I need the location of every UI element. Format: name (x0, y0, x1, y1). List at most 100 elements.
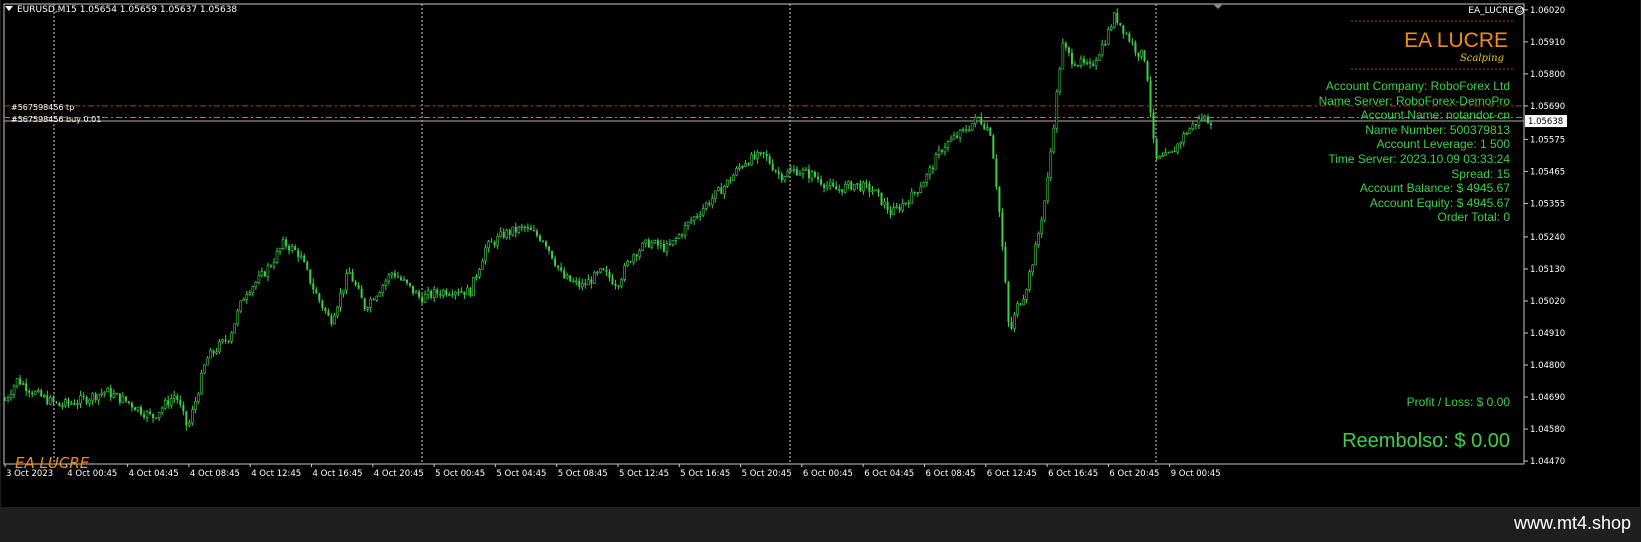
candle-body-up (423, 294, 427, 303)
candle-body-down (490, 241, 493, 243)
dropdown-triangle-icon[interactable] (5, 6, 13, 11)
candle-body-up (1040, 219, 1044, 234)
candle-body-up (526, 227, 530, 230)
x-tick-label: 6 Oct 20:45 (1109, 469, 1159, 479)
candle-body-down (1131, 41, 1134, 43)
candle-body-down (542, 240, 545, 242)
candle-body-up (197, 393, 200, 402)
candle-body-down (554, 258, 557, 266)
candle-body-down (898, 206, 901, 211)
x-tick-label: 9 Oct 00:45 (1171, 469, 1221, 479)
candle-body-down (1137, 52, 1140, 57)
x-tick-label: 6 Oct 00:45 (803, 469, 853, 479)
x-tick-label: 4 Oct 04:45 (129, 469, 179, 479)
smile-icon[interactable]: ☺ (1515, 6, 1524, 15)
candle-body-up (650, 242, 654, 248)
order-tp-label[interactable]: #567598456 tp (11, 103, 74, 112)
candle-body-down (405, 279, 408, 284)
candle-body-down (814, 171, 817, 177)
candle-body-down (1125, 33, 1128, 35)
candle-body-down (602, 268, 605, 271)
ea-name-label: EA_LUCRE (1468, 6, 1514, 16)
candle-body-down (55, 401, 58, 403)
x-tick-label: 5 Oct 16:45 (680, 469, 730, 479)
candle-body-up (230, 332, 233, 342)
candle-body-up (278, 248, 282, 252)
site-url[interactable]: www.mt4.shop (1514, 513, 1631, 534)
candle-body-down (1209, 123, 1212, 126)
candle-body-down (363, 298, 366, 310)
candle-body-down (327, 310, 330, 316)
candle-body-down (1089, 62, 1092, 64)
y-tick-label: 1.04800 (1530, 361, 1565, 371)
candle-body-up (115, 393, 119, 395)
candle-body-down (635, 254, 638, 257)
y-tick-label: 1.05465 (1530, 167, 1565, 177)
candle-body-up (191, 409, 194, 424)
candle-body-up (1049, 151, 1053, 178)
candle-body-down (545, 241, 548, 247)
candle-body-up (136, 406, 140, 411)
candle-body-down (127, 401, 130, 403)
candle-body-down (807, 169, 810, 179)
candle-body-down (529, 227, 532, 231)
candle-body-down (227, 340, 230, 342)
candle-body-down (535, 230, 538, 236)
candle-body-down (393, 273, 396, 277)
candle-body-down (1167, 152, 1170, 154)
candle-body-up (384, 280, 388, 286)
candle-body-down (73, 403, 76, 405)
candle-body-down (312, 283, 315, 290)
candle-body-up (789, 169, 793, 172)
candle-body-up (61, 405, 64, 408)
candle-body-up (1176, 143, 1180, 153)
candle-body-down (1092, 63, 1095, 66)
candle-body-down (321, 300, 324, 308)
current-price-label: 1.05638 (1528, 117, 1563, 127)
candle-body-up (339, 292, 342, 308)
candle-body-up (254, 282, 258, 287)
candle-body-down (52, 397, 55, 402)
info-line: Account Leverage: 1 500 (1376, 137, 1510, 152)
candle-body-down (1007, 282, 1010, 322)
candle-body-down (31, 392, 34, 395)
candle-body-down (1067, 47, 1070, 53)
candle-body-down (396, 276, 399, 278)
candle-body-down (729, 179, 732, 181)
candle-body-up (481, 260, 484, 270)
candle-body-up (221, 339, 224, 343)
candle-body-down (430, 290, 433, 298)
candle-body-down (1010, 321, 1013, 329)
candle-body-down (980, 116, 983, 125)
candle-body-down (913, 192, 916, 194)
candle-body-up (801, 169, 805, 175)
candle-body-down (294, 246, 297, 250)
candle-body-up (895, 206, 898, 209)
candle-body-down (668, 243, 671, 245)
candle-body-down (133, 407, 136, 411)
order-buy-label[interactable]: #567598456 buy 0.01 (11, 115, 101, 124)
account-info-panel: Account Company: RoboForex Ltd Name Serv… (1319, 79, 1510, 225)
candle-body-down (306, 262, 309, 270)
candle-body-up (671, 239, 675, 246)
candle-body-up (580, 283, 584, 288)
candle-body-up (922, 182, 926, 188)
candle-body-up (587, 279, 590, 286)
x-tick-label: 5 Oct 20:45 (742, 469, 792, 479)
y-tick-label: 1.05355 (1530, 199, 1565, 209)
candle-body-up (904, 202, 908, 205)
x-tick-label: 5 Oct 00:45 (435, 469, 485, 479)
candle-body-down (931, 167, 934, 170)
candle-body-down (143, 414, 146, 418)
candle-body-up (378, 292, 382, 297)
x-tick-label: 4 Oct 20:45 (374, 469, 424, 479)
candle-body-up (100, 392, 104, 395)
chart-window[interactable]: 1.06020 1.05910 1.05800 1.05690 1.05575 1.054… (1, 0, 1640, 507)
candle-body-up (203, 364, 206, 374)
candle-body-up (1179, 142, 1183, 145)
x-tick-label: 4 Oct 16:45 (313, 469, 363, 479)
candle-body-down (768, 156, 771, 164)
candle-body-up (1028, 271, 1031, 290)
candle-body-up (160, 407, 164, 413)
candle-body-down (303, 255, 306, 263)
